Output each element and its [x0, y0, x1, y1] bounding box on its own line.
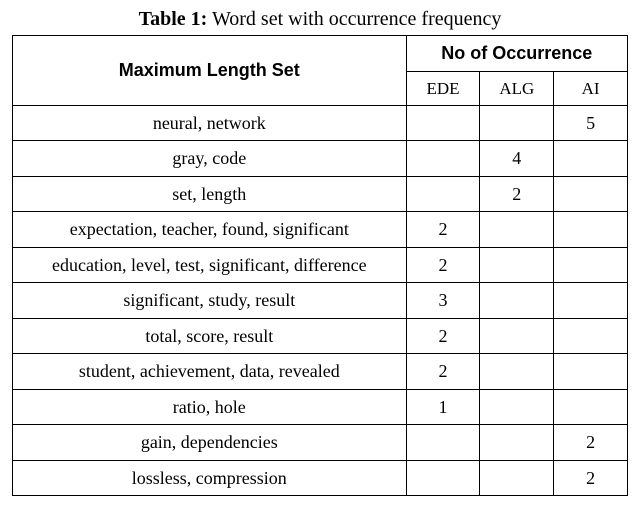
cell-set: ratio, hole [13, 389, 407, 425]
cell-ede: 2 [406, 212, 480, 248]
cell-alg [480, 354, 554, 390]
cell-ai: 2 [554, 425, 628, 461]
cell-ai [554, 283, 628, 319]
cell-ede [406, 425, 480, 461]
table-row: total, score, result 2 [13, 318, 628, 354]
cell-alg [480, 318, 554, 354]
cell-ai [554, 389, 628, 425]
cell-alg [480, 212, 554, 248]
cell-ede: 2 [406, 318, 480, 354]
cell-set: lossless, compression [13, 460, 407, 496]
table-row: lossless, compression 2 [13, 460, 628, 496]
caption-label: Table 1: [139, 8, 208, 30]
cell-set: set, length [13, 176, 407, 212]
cell-set: gray, code [13, 141, 407, 177]
cell-ai: 2 [554, 460, 628, 496]
cell-set: gain, dependencies [13, 425, 407, 461]
cell-ai [554, 212, 628, 248]
cell-ai [554, 141, 628, 177]
cell-ai [554, 354, 628, 390]
cell-ai [554, 318, 628, 354]
cell-alg [480, 460, 554, 496]
cell-set: student, achievement, data, revealed [13, 354, 407, 390]
cell-alg [480, 283, 554, 319]
cell-ai: 5 [554, 105, 628, 141]
cell-ai [554, 176, 628, 212]
frequency-table: Maximum Length Set No of Occurrence EDE … [12, 35, 628, 496]
table-row: gray, code 4 [13, 141, 628, 177]
subheader-ede: EDE [406, 71, 480, 105]
table-row: gain, dependencies 2 [13, 425, 628, 461]
cell-set: total, score, result [13, 318, 407, 354]
cell-alg: 2 [480, 176, 554, 212]
cell-ede: 1 [406, 389, 480, 425]
cell-ede [406, 105, 480, 141]
cell-alg: 4 [480, 141, 554, 177]
table-caption: Table 1: Word set with occurrence freque… [12, 8, 628, 31]
cell-ede: 2 [406, 247, 480, 283]
cell-ede [406, 460, 480, 496]
subheader-alg: ALG [480, 71, 554, 105]
table-row: expectation, teacher, found, significant… [13, 212, 628, 248]
table-row: significant, study, result 3 [13, 283, 628, 319]
cell-alg [480, 105, 554, 141]
header-occurrence: No of Occurrence [406, 36, 627, 72]
cell-ede [406, 141, 480, 177]
cell-alg [480, 425, 554, 461]
cell-set: neural, network [13, 105, 407, 141]
table-row: student, achievement, data, revealed 2 [13, 354, 628, 390]
cell-ai [554, 247, 628, 283]
subheader-ai: AI [554, 71, 628, 105]
cell-set: expectation, teacher, found, significant [13, 212, 407, 248]
table-row: ratio, hole 1 [13, 389, 628, 425]
cell-alg [480, 389, 554, 425]
cell-set: education, level, test, significant, dif… [13, 247, 407, 283]
header-maxlen: Maximum Length Set [13, 36, 407, 106]
table-row: neural, network 5 [13, 105, 628, 141]
header-row: Maximum Length Set No of Occurrence [13, 36, 628, 72]
cell-ede [406, 176, 480, 212]
cell-set: significant, study, result [13, 283, 407, 319]
cell-alg [480, 247, 554, 283]
cell-ede: 2 [406, 354, 480, 390]
table-row: education, level, test, significant, dif… [13, 247, 628, 283]
table-row: set, length 2 [13, 176, 628, 212]
caption-text: Word set with occurrence frequency [212, 8, 501, 30]
cell-ede: 3 [406, 283, 480, 319]
